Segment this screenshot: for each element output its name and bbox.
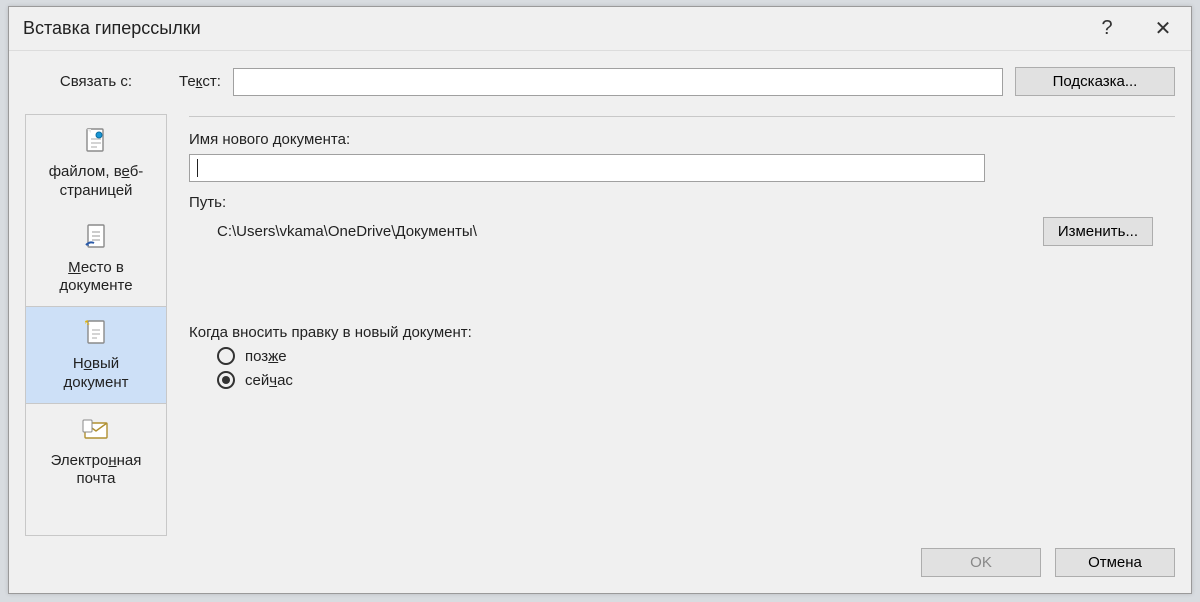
text-cursor <box>197 159 198 177</box>
window-buttons: ? ✕ <box>1079 7 1191 50</box>
divider <box>189 116 1175 117</box>
cancel-button[interactable]: Отмена <box>1055 548 1175 577</box>
help-icon: ? <box>1101 17 1112 40</box>
change-path-button[interactable]: Изменить... <box>1043 217 1153 246</box>
title-bar: Вставка гиперссылки ? ✕ <box>9 7 1191 51</box>
when-edit-label: Когда вносить правку в новый документ: <box>189 324 472 341</box>
ok-button[interactable]: OK <box>921 548 1041 577</box>
new-doc-name-input[interactable] <box>189 154 985 182</box>
place-in-doc-icon <box>80 221 112 253</box>
dialog-title: Вставка гиперссылки <box>23 18 1079 39</box>
radio-now-label: сейчас <box>245 372 293 389</box>
sidebar-item-label: Электронная почта <box>51 452 142 490</box>
link-with-label: Связать с: <box>25 73 167 90</box>
link-with-row: Связать с: Текст: Подсказка... <box>25 67 1175 96</box>
sidebar-item-email[interactable]: Электронная почта <box>26 404 166 500</box>
content-panel: Имя нового документа: Путь: C:\Users\vka… <box>189 114 1175 536</box>
dialog-body: Связать с: Текст: Подсказка... файлом, в… <box>9 51 1191 593</box>
screentip-button[interactable]: Подсказка... <box>1015 67 1175 96</box>
radio-icon <box>217 371 235 389</box>
email-icon <box>80 414 112 446</box>
sidebar-item-label: Место в документе <box>59 259 132 297</box>
when-edit-group: Когда вносить правку в новый документ: п… <box>189 324 1175 395</box>
close-button[interactable]: ✕ <box>1135 7 1191 50</box>
sidebar-item-place-in-doc[interactable]: Место в документе <box>26 211 166 307</box>
path-label: Путь: <box>189 194 1175 211</box>
display-text-input[interactable] <box>233 68 1003 96</box>
new-document-icon <box>80 317 112 349</box>
sidebar-item-existing-file[interactable]: файлом, веб- страницей <box>26 115 166 211</box>
new-doc-name-label: Имя нового документа: <box>189 131 1175 148</box>
sidebar-item-new-document[interactable]: Новый документ <box>26 306 166 404</box>
link-category-sidebar: файлом, веб- страницей Место в документе <box>25 114 167 536</box>
sidebar-item-label: Новый документ <box>64 355 129 393</box>
file-web-icon <box>80 125 112 157</box>
path-row: C:\Users\vkama\OneDrive\Документы\ Измен… <box>189 217 1175 246</box>
radio-later-label: позже <box>245 348 287 365</box>
help-button[interactable]: ? <box>1079 7 1135 50</box>
radio-icon <box>217 347 235 365</box>
close-icon: ✕ <box>1155 16 1172 41</box>
dialog-footer: OK Отмена <box>25 536 1175 577</box>
main-area: файлом, веб- страницей Место в документе <box>25 114 1175 536</box>
insert-hyperlink-dialog: Вставка гиперссылки ? ✕ Связать с: Текст… <box>8 6 1192 594</box>
radio-later[interactable]: позже <box>217 347 1175 365</box>
radio-now[interactable]: сейчас <box>217 371 1175 389</box>
path-value: C:\Users\vkama\OneDrive\Документы\ <box>217 223 1029 240</box>
text-label: Текст: <box>179 73 221 90</box>
sidebar-item-label: файлом, веб- страницей <box>49 163 144 201</box>
